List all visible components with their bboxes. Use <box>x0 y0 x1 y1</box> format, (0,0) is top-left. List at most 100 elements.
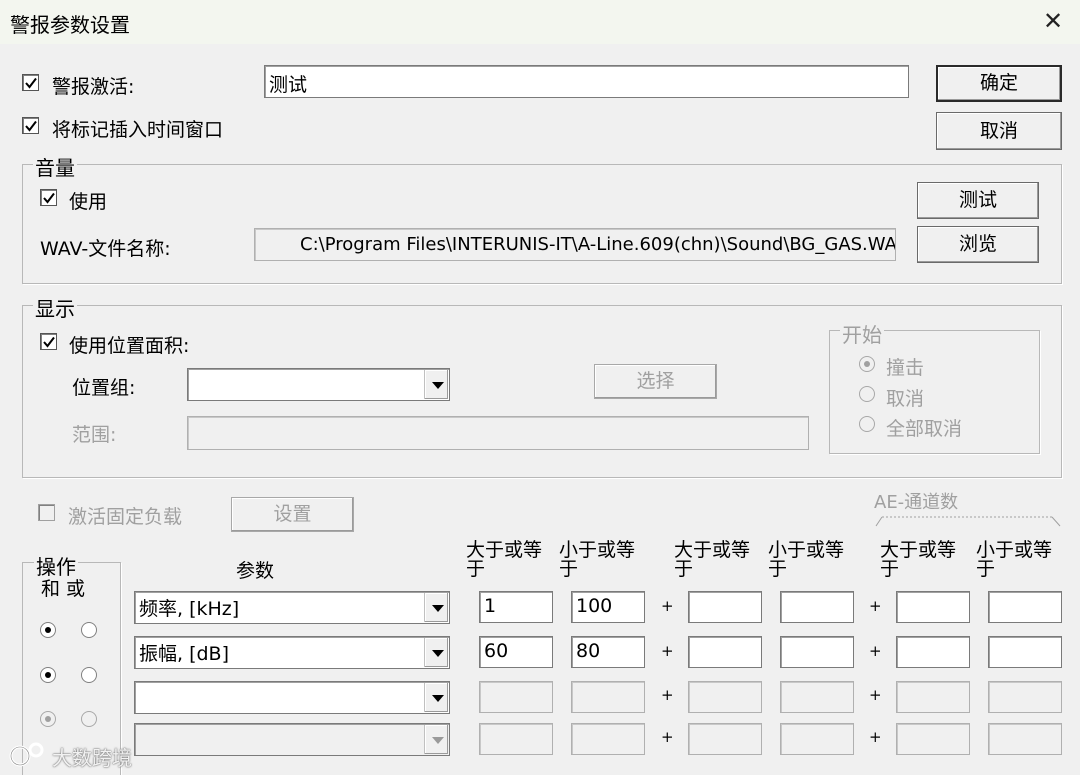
browse-button[interactable]: 浏览 <box>917 226 1039 263</box>
plus-sign: + <box>661 728 674 746</box>
value-input[interactable] <box>688 723 762 755</box>
value-input[interactable] <box>988 681 1062 713</box>
value-input[interactable] <box>479 723 553 755</box>
value-input[interactable] <box>988 723 1062 755</box>
location-group-label: 位置组: <box>72 377 136 399</box>
or-radio[interactable] <box>81 667 97 683</box>
range-label: 范围: <box>72 424 117 446</box>
location-group-select[interactable] <box>187 368 450 401</box>
use-area-checkbox[interactable] <box>40 333 57 350</box>
start-option-label: 取消 <box>886 388 925 410</box>
volume-use-label: 使用 <box>69 191 108 213</box>
value-input[interactable] <box>571 681 645 713</box>
value-input[interactable]: 80 <box>571 636 645 668</box>
value-input[interactable] <box>479 681 553 713</box>
start-option-label: 撞击 <box>886 357 925 379</box>
test-sound-button[interactable]: 测试 <box>917 182 1039 219</box>
chevron-down-icon[interactable] <box>424 725 448 754</box>
value-input[interactable]: 100 <box>571 591 645 623</box>
and-radio[interactable] <box>40 711 56 727</box>
checkmark-icon <box>43 192 55 204</box>
and-or-label: 和 或 <box>41 578 86 600</box>
wav-path-field[interactable]: C:\Program Files\INTERUNIS-IT\A-Line.609… <box>254 228 896 261</box>
value-input[interactable] <box>988 636 1062 668</box>
select-button[interactable]: 选择 <box>594 364 717 399</box>
value-input[interactable] <box>688 636 762 668</box>
ae-channels-bracket <box>875 516 1061 527</box>
start-option-radio[interactable] <box>859 416 875 432</box>
volume-group-label: 音量 <box>33 152 77 181</box>
range-field[interactable] <box>187 416 809 450</box>
alarm-activate-label: 警报激活: <box>52 76 135 98</box>
value-input[interactable] <box>780 681 854 713</box>
ok-button[interactable]: 确定 <box>936 65 1062 102</box>
value-input[interactable] <box>688 681 762 713</box>
plus-sign: + <box>661 597 674 615</box>
value-input[interactable]: 60 <box>479 636 553 668</box>
or-radio[interactable] <box>81 622 97 638</box>
start-option-radio[interactable] <box>859 356 875 372</box>
window-title: 警报参数设置 <box>10 13 130 37</box>
fixed-load-checkbox[interactable] <box>38 504 55 521</box>
fixed-load-label: 激活固定负载 <box>68 506 183 528</box>
value-input[interactable] <box>896 723 970 755</box>
plus-sign: + <box>661 686 674 704</box>
alarm-activate-checkbox[interactable] <box>22 74 39 91</box>
title-bar <box>0 0 1080 44</box>
value-input[interactable] <box>571 723 645 755</box>
display-group-label: 显示 <box>33 293 77 322</box>
param-select-value: 频率, [kHz] <box>139 598 240 620</box>
cancel-button[interactable]: 取消 <box>936 112 1062 150</box>
value-input[interactable] <box>988 591 1062 623</box>
watermark-logo-icon <box>8 740 48 770</box>
column-header-ge: 大于或等于 <box>674 539 751 580</box>
and-radio[interactable] <box>40 622 56 638</box>
insert-marker-checkbox[interactable] <box>22 117 39 134</box>
param-select[interactable]: 频率, [kHz] <box>134 591 450 624</box>
value-input[interactable] <box>688 591 762 623</box>
use-area-label: 使用位置面积: <box>69 335 190 357</box>
fixed-load-settings-button[interactable]: 设置 <box>231 497 354 532</box>
checkmark-icon <box>25 120 37 132</box>
close-icon[interactable]: ✕ <box>1040 8 1066 34</box>
column-header-ge: 大于或等于 <box>466 539 543 580</box>
chevron-down-icon[interactable] <box>424 370 448 399</box>
insert-marker-label: 将标记插入时间窗口 <box>52 119 224 141</box>
plus-sign: + <box>869 728 882 746</box>
column-header-le: 小于或等于 <box>768 539 845 580</box>
alarm-name-input[interactable]: 测试 <box>264 65 909 98</box>
checkmark-icon <box>25 77 37 89</box>
value-input[interactable] <box>896 591 970 623</box>
param-select[interactable]: 振幅, [dB] <box>134 636 450 669</box>
plus-sign: + <box>869 686 882 704</box>
plus-sign: + <box>869 597 882 615</box>
start-group-label: 开始 <box>840 319 884 348</box>
param-select[interactable] <box>134 723 450 756</box>
start-option-label: 全部取消 <box>886 418 963 440</box>
param-select[interactable] <box>134 681 450 714</box>
chevron-down-icon[interactable] <box>424 638 448 667</box>
chevron-down-icon[interactable] <box>424 683 448 712</box>
start-option-radio[interactable] <box>859 386 875 402</box>
volume-group <box>22 164 1062 284</box>
value-input[interactable] <box>780 636 854 668</box>
value-input[interactable] <box>896 636 970 668</box>
column-header-le: 小于或等于 <box>559 539 636 580</box>
param-column-header: 参数 <box>236 560 275 582</box>
or-radio[interactable] <box>81 711 97 727</box>
column-header-le: 小于或等于 <box>976 539 1053 580</box>
param-select-value: 振幅, [dB] <box>139 643 229 665</box>
and-radio[interactable] <box>40 667 56 683</box>
wav-file-label: WAV-文件名称: <box>40 238 171 260</box>
volume-use-checkbox[interactable] <box>40 189 57 206</box>
column-header-ge: 大于或等于 <box>880 539 957 580</box>
watermark-text: 大数跨境 <box>52 746 132 770</box>
value-input[interactable] <box>896 681 970 713</box>
plus-sign: + <box>661 642 674 660</box>
value-input[interactable] <box>780 723 854 755</box>
value-input[interactable] <box>780 591 854 623</box>
plus-sign: + <box>869 642 882 660</box>
value-input[interactable]: 1 <box>479 591 553 623</box>
checkmark-icon <box>43 336 55 348</box>
chevron-down-icon[interactable] <box>424 593 448 622</box>
